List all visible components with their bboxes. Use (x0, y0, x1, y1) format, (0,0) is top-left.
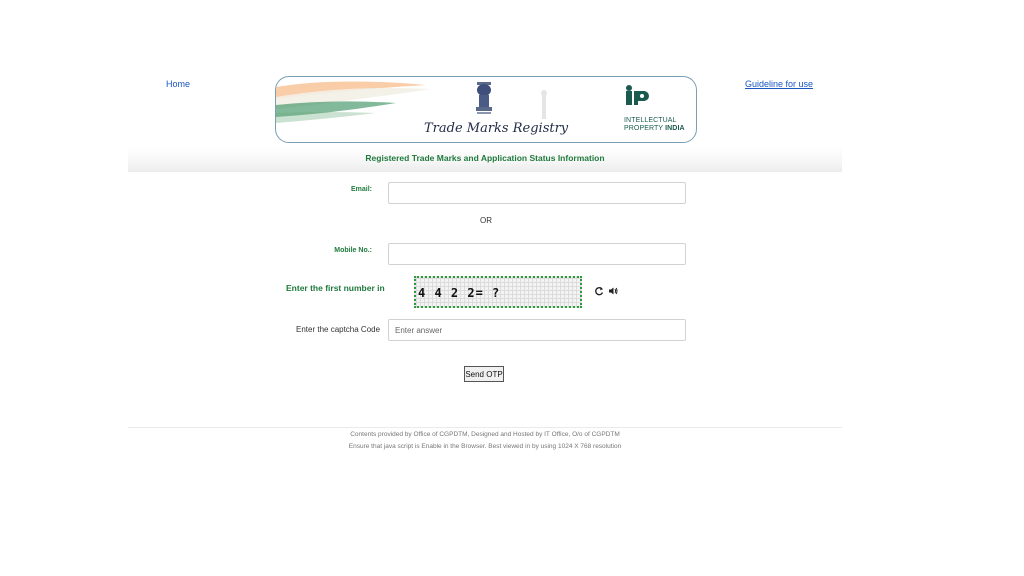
captcha-answer-field[interactable] (388, 319, 686, 341)
ip-india-logo-icon (626, 85, 649, 105)
guideline-link[interactable]: Guideline for use (745, 79, 813, 89)
home-link[interactable]: Home (166, 79, 190, 89)
captcha-image: 4 4 2 2= ? (414, 276, 582, 308)
footer: Contents provided by Office of CGPDTM, D… (128, 429, 842, 453)
footer-line-2: Ensure that java script is Enable in the… (348, 443, 622, 450)
captcha-text: 4 4 2 2= ? (418, 286, 501, 300)
mobile-field[interactable] (388, 243, 686, 265)
footer-divider (128, 427, 842, 428)
captcha-code-label: Enter the captcha Code (296, 325, 381, 334)
ip-line-1: INTELLECTUAL (624, 117, 677, 124)
captcha-prompt: Enter the first number in (286, 283, 385, 293)
footer-line-1: Contents provided by Office of CGPDTM, D… (350, 431, 620, 438)
audio-icon[interactable] (608, 286, 618, 296)
or-separator: OR (480, 216, 492, 225)
ip-india-text: INTELLECTUAL PROPERTY INDIA (624, 117, 685, 133)
mobile-label: Mobile No.: (334, 247, 372, 254)
email-field[interactable] (388, 182, 686, 204)
refresh-icon[interactable] (594, 286, 604, 296)
header-banner: Trade Marks Registry INTELLECTUAL PROPER… (275, 76, 697, 143)
send-otp-button[interactable]: Send OTP (464, 366, 504, 382)
page-subtitle: Registered Trade Marks and Application S… (365, 153, 605, 163)
national-emblem-icon (476, 82, 492, 114)
email-label: Email: (350, 186, 372, 193)
ip-line-2: PROPERTY INDIA (624, 125, 685, 132)
banner-title: Trade Marks Registry (424, 121, 569, 136)
